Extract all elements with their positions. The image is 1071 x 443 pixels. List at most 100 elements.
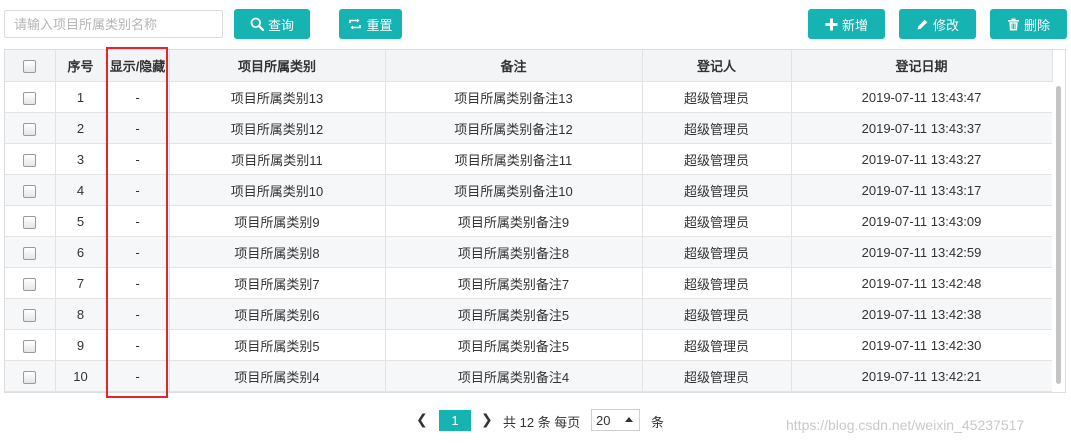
row-select-cell (5, 298, 56, 330)
index-cell: 9 (55, 329, 107, 361)
index-cell: 5 (55, 205, 107, 237)
category-cell: 项目所属类别11 (169, 143, 386, 175)
date-cell: 2019-07-11 13:42:30 (791, 329, 1053, 361)
row-checkbox[interactable] (23, 122, 37, 136)
category-cell: 项目所属类别9 (169, 205, 386, 237)
page-size-select[interactable]: 20 (591, 409, 640, 431)
date-cell: 2019-07-11 13:43:09 (791, 205, 1053, 237)
index-cell: 4 (55, 174, 107, 206)
row-checkbox[interactable] (23, 91, 37, 105)
date-cell: 2019-07-11 13:43:27 (791, 143, 1053, 175)
column-header-visibility[interactable]: 显示/隐藏 (106, 50, 170, 82)
date-cell: 2019-07-11 13:43:37 (791, 112, 1053, 144)
date-cell: 2019-07-11 13:42:38 (791, 298, 1053, 330)
column-header-index[interactable]: 序号 (55, 50, 107, 82)
visibility-cell: - (106, 298, 170, 330)
visibility-cell: - (106, 112, 170, 144)
row-checkbox[interactable] (23, 370, 37, 384)
search-input[interactable] (4, 10, 223, 38)
reset-button[interactable]: 重置 (339, 9, 402, 39)
row-select-cell (5, 329, 56, 361)
toolbar: 查询 重置 新增 修改 删除 (0, 0, 1071, 48)
table-header-row: 序号 显示/隐藏 项目所属类别 备注 登记人 登记日期 (5, 50, 1053, 82)
registrar-cell: 超级管理员 (642, 360, 792, 392)
row-checkbox[interactable] (23, 308, 37, 322)
scrollbar-thumb[interactable] (1056, 86, 1061, 384)
prev-page-button[interactable]: ❮ (416, 411, 428, 428)
query-button-label: 查询 (267, 17, 294, 33)
row-select-cell (5, 267, 56, 299)
table-row[interactable]: 3- 项目所属类别11 项目所属类别备注11 超级管理员 2019-07-11 13:4… (5, 143, 1053, 175)
index-cell: 3 (55, 143, 107, 175)
table-row[interactable]: 2- 项目所属类别12 项目所属类别备注12 超级管理员 2019-07-11 13:4… (5, 112, 1053, 144)
table-row[interactable]: 10- 项目所属类别4 项目所属类别备注4 超级管理员 2019-07-11 13:42… (5, 360, 1053, 392)
edit-button[interactable]: 修改 (899, 9, 976, 39)
remark-cell: 项目所属类别备注5 (385, 329, 643, 361)
registrar-cell: 超级管理员 (642, 205, 792, 237)
total-records-text: 共 12 条 每页 (503, 415, 581, 430)
date-cell: 2019-07-11 13:42:48 (791, 267, 1053, 299)
column-header-date[interactable]: 登记日期 (791, 50, 1053, 82)
category-cell: 项目所属类别4 (169, 360, 386, 392)
row-checkbox[interactable] (23, 184, 37, 198)
visibility-cell: - (106, 360, 170, 392)
page-size-unit: 条 (651, 415, 665, 430)
row-checkbox[interactable] (23, 215, 37, 229)
registrar-cell: 超级管理员 (642, 236, 792, 268)
page-size-value: 20 (596, 412, 611, 428)
data-table: 序号 显示/隐藏 项目所属类别 备注 登记人 登记日期 1- 项目所属类别13 项目… (4, 49, 1066, 393)
delete-button[interactable]: 删除 (990, 9, 1067, 39)
column-header-registrar[interactable]: 登记人 (642, 50, 792, 82)
table-row[interactable]: 4- 项目所属类别10 项目所属类别备注10 超级管理员 2019-07-11 13:4… (5, 174, 1053, 206)
column-header-category[interactable]: 项目所属类别 (169, 50, 386, 82)
registrar-cell: 超级管理员 (642, 112, 792, 144)
add-button[interactable]: 新增 (808, 9, 885, 39)
remark-cell: 项目所属类别备注5 (385, 298, 643, 330)
category-cell: 项目所属类别13 (169, 81, 386, 113)
watermark: https://blog.csdn.net/weixin_45237517 (786, 417, 1025, 433)
remark-cell: 项目所属类别备注12 (385, 112, 643, 144)
category-cell: 项目所属类别6 (169, 298, 386, 330)
visibility-cell: - (106, 205, 170, 237)
category-cell: 项目所属类别5 (169, 329, 386, 361)
next-page-button[interactable]: ❯ (481, 411, 493, 428)
trash-icon (1007, 18, 1019, 30)
visibility-cell: - (106, 329, 170, 361)
table-row[interactable]: 7- 项目所属类别7 项目所属类别备注7 超级管理员 2019-07-11 13:42:… (5, 267, 1053, 299)
table-row[interactable]: 9- 项目所属类别5 项目所属类别备注5 超级管理员 2019-07-11 13:42:… (5, 329, 1053, 361)
remark-cell: 项目所属类别备注10 (385, 174, 643, 206)
table-row[interactable]: 1- 项目所属类别13 项目所属类别备注13 超级管理员 2019-07-11 13:4… (5, 81, 1053, 113)
remark-cell: 项目所属类别备注11 (385, 143, 643, 175)
row-checkbox[interactable] (23, 339, 37, 353)
row-checkbox[interactable] (23, 277, 37, 291)
row-checkbox[interactable] (23, 153, 37, 167)
add-button-label: 新增 (841, 17, 868, 33)
vertical-scrollbar[interactable] (1052, 82, 1065, 392)
query-button[interactable]: 查询 (234, 9, 310, 39)
remark-cell: 项目所属类别备注4 (385, 360, 643, 392)
plus-icon (825, 18, 838, 30)
table-row[interactable]: 6- 项目所属类别8 项目所属类别备注8 超级管理员 2019-07-11 13:42:… (5, 236, 1053, 268)
remark-cell: 项目所属类别备注13 (385, 81, 643, 113)
date-cell: 2019-07-11 13:43:17 (791, 174, 1053, 206)
row-select-cell (5, 112, 56, 144)
table-row[interactable]: 8- 项目所属类别6 项目所属类别备注5 超级管理员 2019-07-11 13:42:… (5, 298, 1053, 330)
page-number-button[interactable]: 1 (439, 410, 471, 431)
remark-cell: 项目所属类别备注7 (385, 267, 643, 299)
index-cell: 7 (55, 267, 107, 299)
row-select-cell (5, 205, 56, 237)
search-icon (250, 17, 264, 31)
column-header-remark[interactable]: 备注 (385, 50, 643, 82)
visibility-cell: - (106, 174, 170, 206)
row-checkbox[interactable] (23, 246, 37, 260)
remark-cell: 项目所属类别备注9 (385, 205, 643, 237)
registrar-cell: 超级管理员 (642, 81, 792, 113)
visibility-cell: - (106, 81, 170, 113)
index-cell: 8 (55, 298, 107, 330)
index-cell: 2 (55, 112, 107, 144)
index-cell: 1 (55, 81, 107, 113)
row-select-cell (5, 143, 56, 175)
table-row[interactable]: 5- 项目所属类别9 项目所属类别备注9 超级管理员 2019-07-11 13:43:… (5, 205, 1053, 237)
visibility-cell: - (106, 267, 170, 299)
select-all-checkbox[interactable] (23, 60, 37, 74)
